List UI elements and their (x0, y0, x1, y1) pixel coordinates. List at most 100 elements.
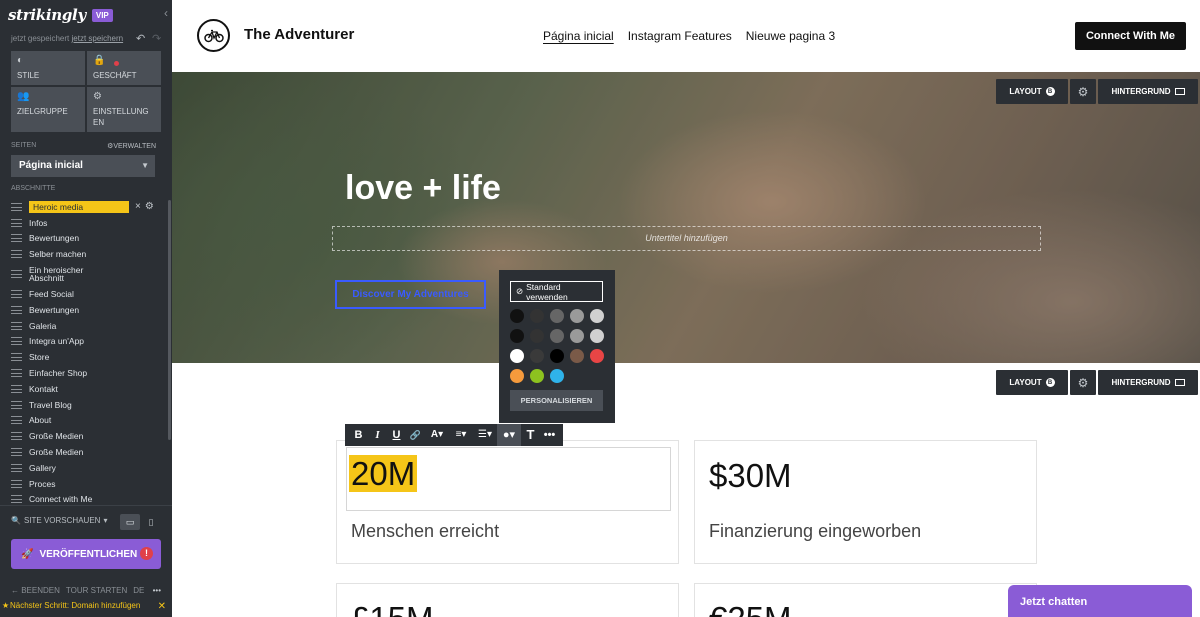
section-item[interactable]: Galeria (11, 318, 161, 334)
color-swatch[interactable] (590, 329, 604, 343)
background-button[interactable]: HINTERGRUND (1098, 370, 1198, 395)
drag-handle-icon[interactable] (11, 463, 22, 472)
save-now-link[interactable]: jetzt speichern (72, 34, 124, 43)
section-item[interactable]: Bewertungen (11, 231, 161, 247)
drag-handle-icon[interactable] (11, 321, 22, 330)
layout-button[interactable]: LAYOUT B (996, 79, 1068, 104)
section-item[interactable]: Gallery (11, 460, 161, 476)
drag-handle-icon[interactable] (11, 202, 22, 211)
use-default-button[interactable]: ⊘ Standard verwenden (510, 281, 603, 302)
color-swatch[interactable] (570, 309, 584, 323)
redo-icon[interactable]: ↷ (152, 32, 161, 45)
undo-icon[interactable]: ↶ (136, 32, 145, 45)
color-swatch[interactable] (570, 329, 584, 343)
hero-section[interactable]: love + life Untertitel hinzufügen Discov… (172, 72, 1200, 363)
collapse-sidebar-icon[interactable]: ‹ (164, 6, 168, 20)
connect-button[interactable]: Connect With Me (1075, 22, 1186, 50)
drag-handle-icon[interactable] (11, 384, 22, 393)
section-item[interactable]: Bewertungen (11, 302, 161, 318)
underline-button[interactable]: U (387, 424, 406, 446)
page-selector[interactable]: Página inicial ▼ (11, 155, 155, 177)
stat-card[interactable]: 20M Menschen erreicht (336, 440, 679, 564)
color-swatch[interactable] (510, 329, 524, 343)
stat-card[interactable]: $30M Finanzierung eingeworben (694, 440, 1037, 564)
color-swatch[interactable] (550, 369, 564, 383)
section-item[interactable]: Kontakt (11, 381, 161, 397)
color-swatch[interactable] (510, 309, 524, 323)
drag-handle-icon[interactable] (11, 495, 22, 504)
hero-button[interactable]: Discover My Adventures (335, 280, 486, 309)
stat-label[interactable]: Menschen erreicht (351, 521, 499, 542)
bicycle-icon[interactable] (197, 19, 230, 52)
quit-link[interactable]: ← BEENDEN (11, 586, 60, 595)
color-swatch[interactable] (510, 349, 524, 363)
section-item[interactable]: Selber machen (11, 246, 161, 262)
font-size-dropdown[interactable]: A▾ (425, 424, 449, 446)
drag-handle-icon[interactable] (11, 353, 22, 362)
sidebar-scrollbar[interactable] (168, 200, 171, 440)
language-link[interactable]: DE (133, 586, 144, 595)
tour-link[interactable]: TOUR STARTEN (66, 586, 127, 595)
text-style-button[interactable]: T (521, 424, 540, 446)
color-swatch[interactable] (510, 369, 524, 383)
drag-handle-icon[interactable] (11, 448, 22, 457)
publish-button[interactable]: 🚀 VERÖFFENTLICHEN ! (11, 539, 161, 569)
tile-store[interactable]: 🔒 GESCHÄFT (87, 51, 161, 85)
section-item[interactable]: Infos (11, 215, 161, 231)
section-item[interactable]: Ein heroischer Abschnitt (11, 262, 161, 286)
color-swatch[interactable] (530, 309, 544, 323)
drag-handle-icon[interactable] (11, 479, 22, 488)
site-preview-dropdown[interactable]: 🔍 SITE VORSCHAUEN ▾ (11, 516, 107, 525)
section-item[interactable]: Store (11, 349, 161, 365)
color-swatch[interactable] (530, 369, 544, 383)
more-icon[interactable]: ••• (153, 586, 161, 595)
drag-handle-icon[interactable] (11, 432, 22, 441)
color-swatch[interactable] (570, 349, 584, 363)
hero-title[interactable]: love + life (345, 169, 501, 208)
section-item[interactable]: Travel Blog (11, 397, 161, 413)
drag-handle-icon[interactable] (11, 250, 22, 259)
stat-value[interactable]: 20M (349, 455, 418, 493)
mobile-icon[interactable]: ▯ (145, 514, 157, 530)
color-swatch[interactable] (590, 309, 604, 323)
tile-audience[interactable]: 👥 ZIELGRUPPE (11, 87, 85, 132)
stat-value[interactable]: £15M (351, 600, 434, 617)
close-icon[interactable]: ✕ (158, 602, 166, 612)
section-settings-icon[interactable]: ⚙ (145, 201, 154, 212)
list-dropdown[interactable]: ☰▾ (473, 424, 497, 446)
delete-section-icon[interactable]: × (135, 201, 141, 212)
layout-button[interactable]: LAYOUT B (996, 370, 1068, 395)
stat-card[interactable]: €25M (694, 583, 1037, 617)
color-swatch[interactable] (550, 349, 564, 363)
gear-icon[interactable]: ⚙ (1070, 370, 1096, 395)
section-item[interactable]: Heroic media × ⚙ (11, 199, 161, 215)
stat-value[interactable]: $30M (709, 457, 792, 495)
text-color-dropdown[interactable]: ●▾ (497, 424, 521, 446)
section-item[interactable]: About (11, 413, 161, 429)
site-title[interactable]: The Adventurer (244, 26, 354, 43)
drag-handle-icon[interactable] (11, 400, 22, 409)
nav-link-home[interactable]: Página inicial (543, 29, 614, 43)
color-swatch[interactable] (550, 329, 564, 343)
section-item[interactable]: Große Medien (11, 428, 161, 444)
nav-link-page3[interactable]: Nieuwe pagina 3 (746, 29, 835, 43)
color-swatch[interactable] (530, 329, 544, 343)
section-item[interactable]: Einfacher Shop (11, 365, 161, 381)
section-item[interactable]: Feed Social (11, 286, 161, 302)
section-item[interactable]: Große Medien (11, 444, 161, 460)
tile-styles[interactable]: ◐ STILE (11, 51, 85, 85)
drag-handle-icon[interactable] (11, 290, 22, 299)
section-item[interactable]: Integra un'App (11, 334, 161, 350)
section-item[interactable]: Proces (11, 476, 161, 492)
color-swatch[interactable] (550, 309, 564, 323)
stat-card[interactable]: £15M (336, 583, 679, 617)
bold-button[interactable]: B (349, 424, 368, 446)
drag-handle-icon[interactable] (11, 218, 22, 227)
background-button[interactable]: HINTERGRUND (1098, 79, 1198, 104)
drag-handle-icon[interactable] (11, 270, 22, 279)
drag-handle-icon[interactable] (11, 305, 22, 314)
gear-icon[interactable]: ⚙ (1070, 79, 1096, 104)
drag-handle-icon[interactable] (11, 337, 22, 346)
drag-handle-icon[interactable] (11, 416, 22, 425)
next-step-banner[interactable]: ★ Nächster Schritt: Domain hinzufügen ✕ (0, 598, 172, 617)
